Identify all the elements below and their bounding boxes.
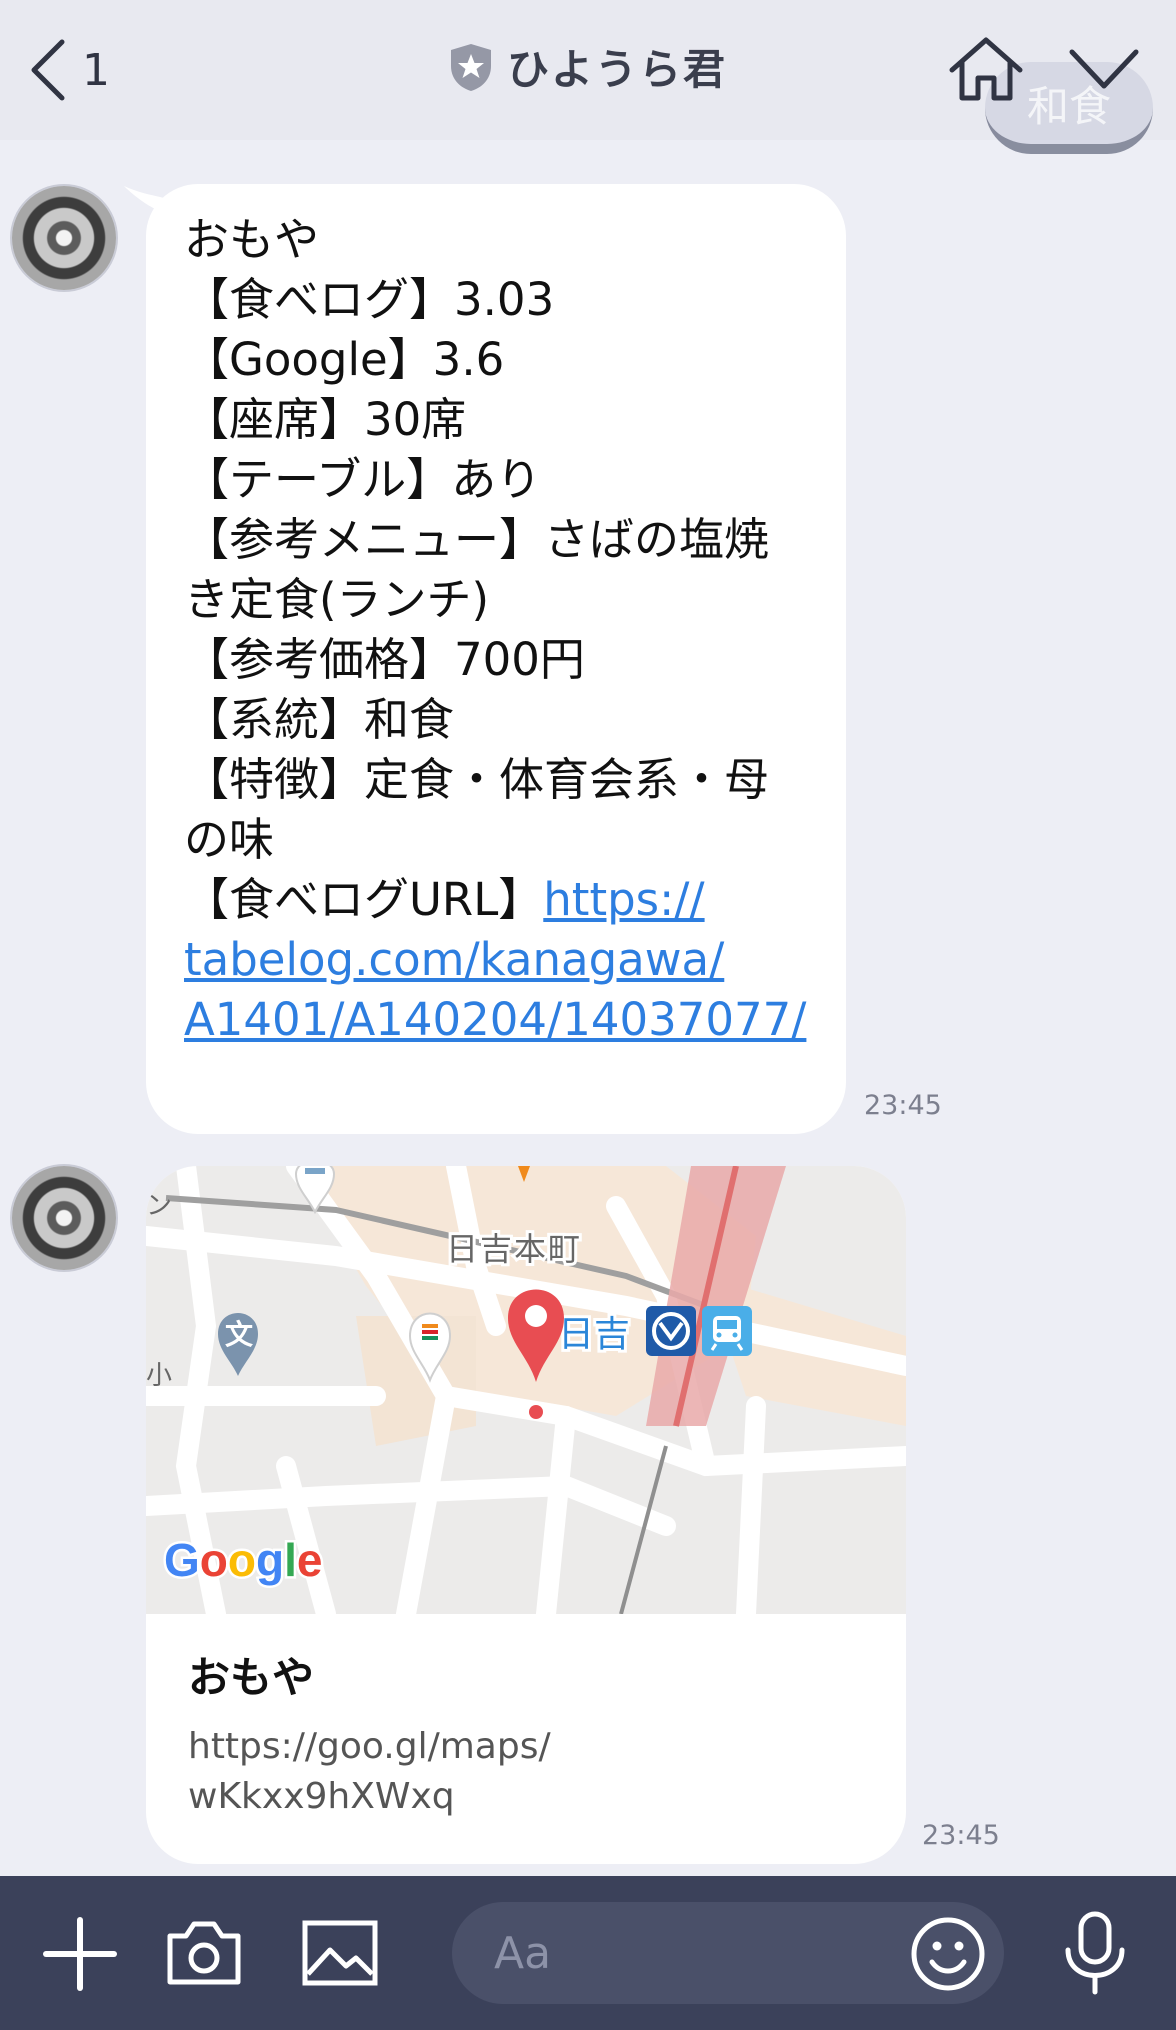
map-edge-text: 小 xyxy=(146,1361,172,1391)
message-line: 【Google】3.6 xyxy=(184,333,505,386)
url-label: 【食べログURL】 xyxy=(184,873,544,926)
map-url-line: wKkxx9hXWxq xyxy=(188,1776,455,1817)
microphone-icon[interactable] xyxy=(1060,1910,1130,1996)
map-card[interactable]: 日吉本町 日吉 ン 小 文 Google おもや https://goo.gl/… xyxy=(146,1166,906,1864)
plus-icon[interactable] xyxy=(40,1914,120,1994)
map-url-line: https://goo.gl/maps/ xyxy=(188,1726,551,1767)
tabelog-link[interactable]: A1401/A140204/14037077/ xyxy=(184,993,806,1046)
input-placeholder: Aa xyxy=(494,1927,552,1979)
chat-header: 1 ひようら君 和食 xyxy=(0,0,1176,154)
map-edge-text: ン xyxy=(146,1191,172,1221)
map-url[interactable]: https://goo.gl/maps/ wKkxx9hXWxq xyxy=(188,1722,868,1822)
map-preview[interactable]: 日吉本町 日吉 ン 小 文 Google xyxy=(146,1166,906,1614)
subway-icon xyxy=(646,1306,696,1356)
school-icon-glyph: 文 xyxy=(225,1318,253,1351)
input-bar: Aa xyxy=(0,1876,1176,2030)
message-line: 【特徴】定食・体育会系・母 xyxy=(184,753,770,806)
message-bubble[interactable]: おもや 【食べログ】3.03 【Google】3.6 【座席】30席 【テーブル… xyxy=(146,184,846,1134)
message-line: おもや xyxy=(184,213,320,266)
tabelog-link[interactable]: tabelog.com/kanagawa/ xyxy=(184,933,724,986)
home-icon[interactable] xyxy=(948,34,1024,104)
emoji-icon[interactable] xyxy=(910,1916,986,1992)
tabelog-link[interactable]: https:// xyxy=(543,873,704,926)
message-line: の味 xyxy=(184,813,275,866)
url-line: 【食べログURL】https:// xyxy=(184,870,808,930)
message-line: 【参考価格】700円 xyxy=(184,633,585,686)
google-logo: Google xyxy=(164,1534,322,1586)
train-icon xyxy=(702,1306,752,1356)
message-line: 【系統】和食 xyxy=(184,693,455,746)
place-name: おもや xyxy=(188,1653,315,1702)
map-district-label: 日吉本町 xyxy=(446,1230,582,1268)
message-line: 【座席】30席 xyxy=(184,393,467,446)
avatar[interactable] xyxy=(12,186,116,290)
message-line: 【テーブル】あり xyxy=(184,453,542,506)
message-time: 23:45 xyxy=(864,1090,942,1121)
message-line: き定食(ランチ) xyxy=(184,573,490,626)
map-station-label: 日吉 xyxy=(558,1314,630,1355)
shield-icon xyxy=(450,43,491,91)
message-line: 【食べログ】3.03 xyxy=(184,273,555,326)
chat-title: ひようら君 xyxy=(506,45,727,94)
message-line: 【参考メニュー】さばの塩焼 xyxy=(184,513,770,566)
message-time: 23:45 xyxy=(922,1820,1000,1851)
chevron-down-icon[interactable] xyxy=(1068,44,1140,96)
camera-icon[interactable] xyxy=(164,1918,244,1988)
image-icon[interactable] xyxy=(300,1918,380,1988)
avatar[interactable] xyxy=(12,1166,116,1270)
